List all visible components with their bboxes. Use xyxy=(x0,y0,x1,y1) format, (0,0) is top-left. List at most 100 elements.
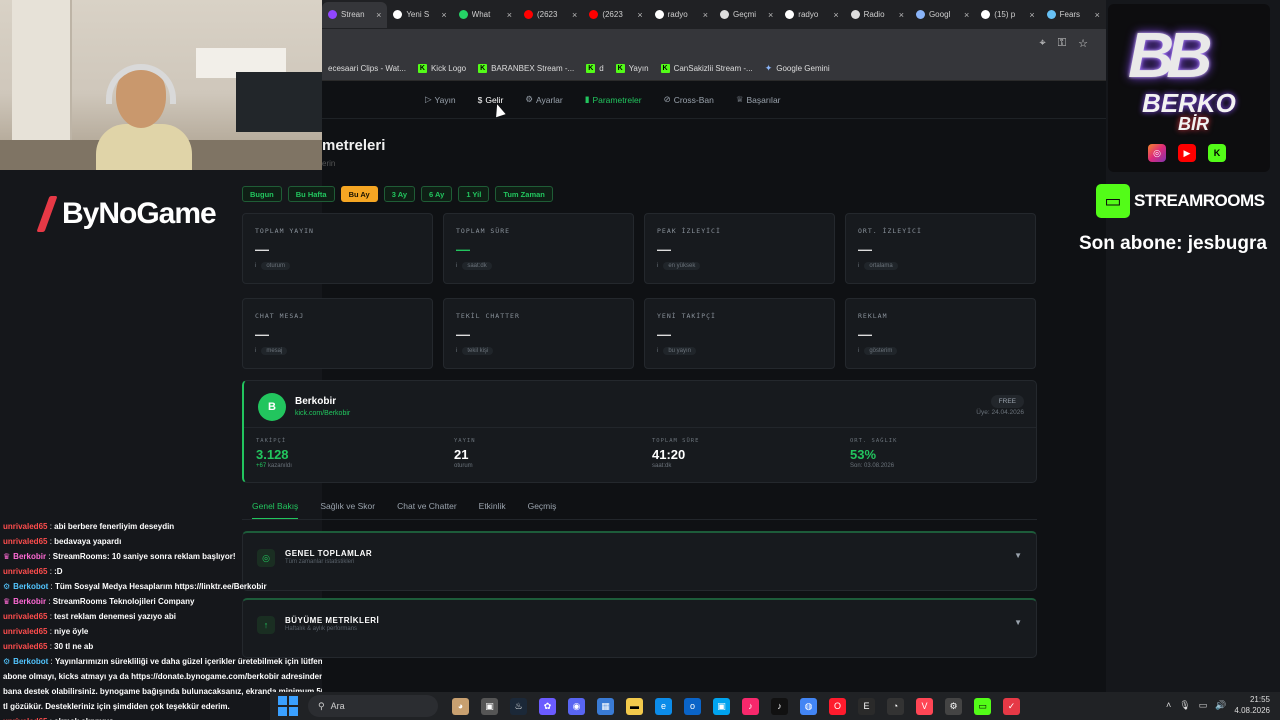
address-bar[interactable]: ⌖ ⚿ ☆ xyxy=(322,29,1106,57)
windows-start-icon[interactable] xyxy=(278,696,298,716)
close-icon[interactable]: × xyxy=(1029,10,1034,20)
close-icon[interactable]: × xyxy=(507,10,512,20)
chat-message: unrivaled65 : test reklam denemesi yazıy… xyxy=(0,609,322,624)
speaker-icon[interactable]: 🔊 xyxy=(1215,700,1226,711)
chevron-down-icon[interactable]: ▼ xyxy=(1014,618,1022,627)
bookmark-item[interactable]: ecesaari Clips - Wat... xyxy=(328,64,406,73)
metric-value: 53% xyxy=(850,447,877,462)
close-icon[interactable]: × xyxy=(376,10,381,20)
bynogame-taskbar-icon[interactable]: ✓ xyxy=(1003,697,1020,715)
store-icon[interactable]: ▦ xyxy=(597,697,614,715)
stat-label: TOPLAM SÜRE xyxy=(456,227,511,235)
bookmark-item[interactable]: K Yayın xyxy=(615,64,649,73)
steam-icon[interactable]: ♨ xyxy=(510,697,527,715)
browser-tab[interactable]: Radio × xyxy=(845,2,910,28)
bookmark-item[interactable]: Kd xyxy=(586,64,604,73)
chevron-down-icon[interactable]: ▼ xyxy=(1014,551,1022,560)
section-tab[interactable]: Sağlık ve Skor xyxy=(320,501,375,520)
browser-tab[interactable]: radyo × xyxy=(649,2,714,28)
settings-gear-icon[interactable]: ⚙ xyxy=(945,697,962,715)
browser-tab[interactable]: Geçmi × xyxy=(714,2,779,28)
close-icon[interactable]: × xyxy=(703,10,708,20)
browser-tab[interactable]: Strean × xyxy=(322,1,388,28)
section-tab[interactable]: Chat ve Chatter xyxy=(397,501,457,520)
berko-bir-logo: BB BERKO BİR ◎ ▶ K xyxy=(1108,4,1270,172)
app-icon[interactable]: ▣ xyxy=(713,697,730,715)
browser-tab[interactable]: (15) p × xyxy=(975,2,1040,28)
section-tab[interactable]: Genel Bakış xyxy=(252,501,299,520)
section-tab[interactable]: Etkinlik xyxy=(479,501,506,520)
close-icon[interactable]: × xyxy=(964,10,969,20)
chat-message: ♛ Berkobir : StreamRooms Teknolojileri Co… xyxy=(0,594,322,609)
browser-tab[interactable]: (2623 × xyxy=(583,2,648,28)
close-icon[interactable]: × xyxy=(637,10,642,20)
bookmark-star-icon[interactable]: ☆ xyxy=(1078,37,1088,50)
steam-icon xyxy=(1046,10,1056,19)
filter-button[interactable]: 3 Ay xyxy=(383,186,416,202)
bookmark-item[interactable]: K Kick Logo xyxy=(417,64,467,73)
filter-button[interactable]: Bu Ay xyxy=(340,186,378,202)
browser-tab[interactable]: (2623 × xyxy=(518,2,583,28)
stat-value: — xyxy=(255,326,269,342)
capcut-icon[interactable]: ♪ xyxy=(742,697,759,715)
edge-icon[interactable]: e xyxy=(655,697,672,715)
filter-button[interactable]: Bu Hafta xyxy=(287,186,335,202)
browser-tab[interactable]: What × xyxy=(453,2,518,28)
streamrooms-taskbar-icon[interactable]: ▭ xyxy=(974,697,991,715)
taskbar-search[interactable]: ⚲ Ara xyxy=(308,695,438,717)
section-tab[interactable]: Geçmiş xyxy=(528,501,557,520)
browser-tab[interactable]: Googl × xyxy=(910,2,975,28)
outlook-icon[interactable]: o xyxy=(684,697,701,715)
bookmark-label: CanSakizlii Stream -... xyxy=(673,64,753,73)
tray-chevron-up-icon[interactable]: ˄ xyxy=(1166,700,1171,710)
filter-button[interactable]: Bugun xyxy=(242,186,282,202)
close-icon[interactable]: × xyxy=(441,10,446,20)
file-explorer-icon[interactable]: ▬ xyxy=(626,697,643,715)
close-icon[interactable]: × xyxy=(1095,10,1100,20)
key-icon[interactable]: ⚿ xyxy=(1058,37,1066,50)
opera-icon[interactable]: O xyxy=(829,697,846,715)
bookmark-item[interactable]: K CanSakizlii Stream -... xyxy=(660,64,753,73)
stat-value: — xyxy=(456,241,470,257)
metric-sub-text: oturum xyxy=(454,463,473,469)
close-icon[interactable]: × xyxy=(768,10,773,20)
stat-sub: i saat:dk xyxy=(456,262,492,270)
close-icon[interactable]: × xyxy=(833,10,838,20)
copilot-icon[interactable]: ✿ xyxy=(539,697,556,715)
filter-button[interactable]: 6 Ay xyxy=(421,186,453,202)
close-icon[interactable]: × xyxy=(572,10,577,20)
bookmark-item[interactable]: K BARANBEX Stream -... xyxy=(478,64,574,73)
taskbar-clock[interactable]: 21:55 4.08.2026 xyxy=(1234,694,1270,716)
valorant-icon[interactable]: V xyxy=(916,697,933,715)
chat-message: ⚙ Berkobot : Yayınlarımızın sürekliliği v… xyxy=(0,654,322,669)
browser-tab-title: Googl xyxy=(928,10,951,19)
task-view-icon[interactable]: ▣ xyxy=(481,697,498,715)
bookmark-item[interactable]: ✦ Google Gemini xyxy=(765,63,830,74)
accordion-item[interactable]: ↑ BÜYÜME METRİKLERİ Haftalık & aylık perfo… xyxy=(242,598,1037,658)
bookmark-label: Kick Logo xyxy=(430,64,467,73)
network-icon[interactable]: ▭ xyxy=(1199,700,1208,711)
info-icon: i xyxy=(657,348,659,354)
browser-tab[interactable]: radyo × xyxy=(779,2,844,28)
profile-metric: TAKİPÇİ 3.128 +67 kazanıldı xyxy=(256,438,454,469)
whatsapp-icon xyxy=(458,10,468,19)
chrome-icon[interactable]: ◍ xyxy=(800,697,817,715)
widget-icon[interactable]: ◕ xyxy=(452,697,469,715)
microphone-icon[interactable]: 🎙 xyxy=(1179,700,1190,711)
close-icon[interactable]: × xyxy=(899,10,904,20)
social-icons: ◎ ▶ K xyxy=(1148,144,1226,162)
filter-button[interactable]: Tum Zaman xyxy=(495,186,553,202)
browser-tab[interactable]: Fears × xyxy=(1041,2,1106,28)
profile-card: B Berkobir kick.com/Berkobir FREE Üye: 2… xyxy=(242,380,1037,483)
epic-games-icon[interactable]: E xyxy=(858,697,875,715)
accordion-item[interactable]: ◎ GENEL TOPLAMLAR Tüm zamanlar istatistikl… xyxy=(242,531,1037,591)
info-icon: i xyxy=(858,263,860,269)
location-icon[interactable]: ⌖ xyxy=(1040,37,1046,50)
browser-tab-title: Geçmi xyxy=(732,10,757,19)
profile-url[interactable]: kick.com/Berkobir xyxy=(295,410,350,417)
tiktok-icon[interactable]: ♪ xyxy=(771,697,788,715)
discord-icon[interactable]: ◉ xyxy=(568,697,585,715)
speedtest-icon[interactable]: ◔ xyxy=(887,697,904,715)
browser-tab[interactable]: Yeni S × xyxy=(387,2,452,28)
filter-button[interactable]: 1 Yil xyxy=(458,186,490,202)
